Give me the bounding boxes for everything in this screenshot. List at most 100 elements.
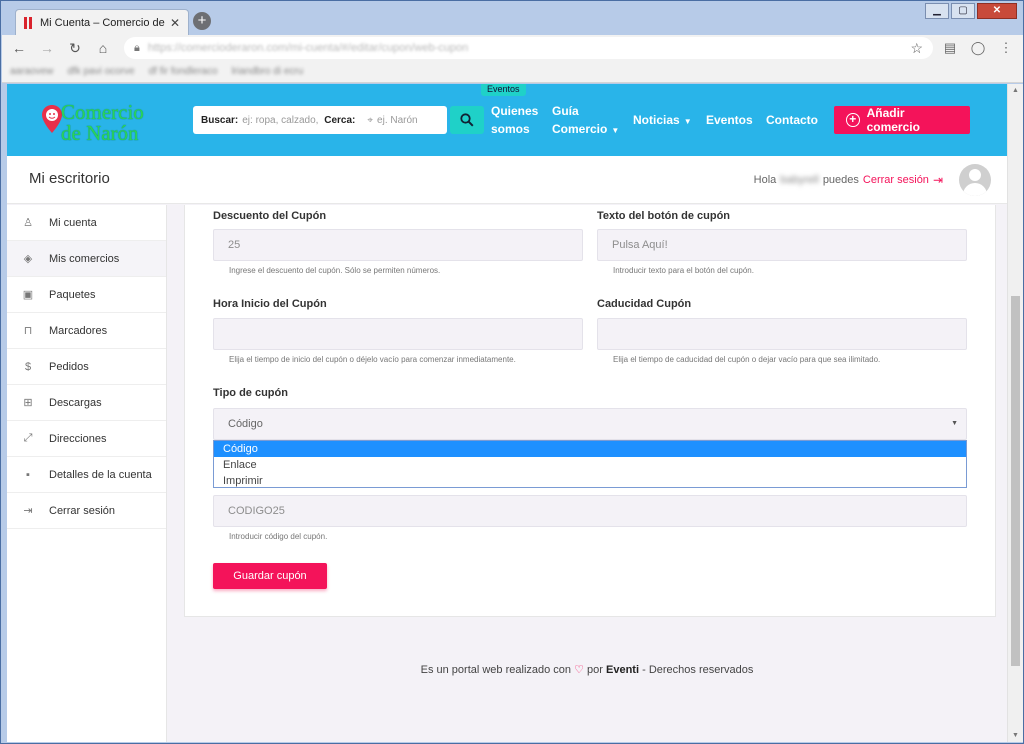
coupon-type-select[interactable]: Código ▼	[213, 408, 967, 440]
map-pin-icon	[42, 105, 62, 133]
nav-eventos[interactable]: Eventos	[706, 111, 753, 129]
heart-icon: ♡	[574, 664, 584, 676]
bookmark-item[interactable]: dfk pavi ocorve	[67, 66, 134, 77]
page-scrollbar[interactable]: ▲ ▼	[1007, 84, 1023, 742]
eventos-badge[interactable]: Eventos	[481, 84, 526, 96]
start-time-label: Hora Inicio del Cupón	[213, 298, 327, 310]
expiry-field[interactable]	[597, 318, 967, 350]
dashboard-sidebar: ♙ Mi cuenta ◈ Mis comercios ▣ Paquetes ⊓…	[7, 205, 167, 742]
nav-label: Guía	[552, 104, 579, 118]
lock-icon: 🔒︎	[134, 41, 140, 54]
nav-quienes-somos[interactable]: Quienes somos	[491, 102, 538, 138]
sidebar-item-direcciones[interactable]: ⤢ Direcciones	[7, 421, 166, 457]
address-bar[interactable]: 🔒︎ https://comercioderaron.com/mi-cuenta…	[124, 37, 933, 59]
dropdown-option-enlace[interactable]: Enlace	[214, 457, 966, 473]
footer-text-3: - Derechos reservados	[642, 664, 754, 676]
sidebar-item-detalles-cuenta[interactable]: ▪ Detalles de la cuenta	[7, 457, 166, 493]
maximize-icon[interactable]: ▢	[951, 3, 975, 19]
site-logo[interactable]: Comercio de Narón	[41, 100, 181, 145]
coupon-type-label: Tipo de cupón	[213, 387, 288, 399]
logout-link[interactable]: Cerrar sesión	[863, 174, 929, 186]
download-icon: ⊞	[23, 397, 33, 409]
button-text-field[interactable]: Pulsa Aquí!	[597, 229, 967, 261]
bookmark-item[interactable]: aaraovew	[10, 66, 53, 77]
coupon-type-value: Código	[228, 418, 263, 430]
pdf-extension-icon[interactable]: ▤	[939, 37, 961, 59]
start-time-field[interactable]	[213, 318, 583, 350]
sidebar-item-label: Mi cuenta	[49, 216, 97, 229]
caret-down-icon: ▼	[611, 126, 620, 135]
window-controls: ▁ ▢ ✕	[925, 3, 1017, 19]
nav-noticias[interactable]: Noticias ▼	[633, 111, 692, 131]
sidebar-item-label: Paquetes	[49, 288, 96, 301]
minimize-icon[interactable]: ▁	[925, 3, 949, 19]
footer-text-2: por	[587, 664, 603, 676]
discount-field[interactable]: 25	[213, 229, 583, 261]
web-page: Comercio de Narón Buscar: ej: ropa, calz…	[7, 84, 1007, 742]
dropdown-option-imprimir[interactable]: Imprimir	[214, 473, 966, 489]
nav-guia-comercio[interactable]: Guía Comercio ▼	[552, 102, 619, 140]
discount-label: Descuento del Cupón	[213, 210, 327, 222]
coupon-type-dropdown: Código Enlace Imprimir	[213, 440, 967, 488]
bookmarks-bar: aaraovew dfk pavi ocorve df fir fondlera…	[2, 61, 1023, 83]
footer-text-1: Es un portal web realizado con	[420, 664, 572, 676]
greeting-puedes: puedes	[822, 174, 859, 186]
tab-close-icon[interactable]: ✕	[170, 16, 180, 30]
tab-title: Mi Cuenta – Comercio de Narón	[40, 16, 166, 29]
dropdown-option-codigo[interactable]: Código	[214, 441, 966, 457]
home-icon[interactable]: ⌂	[92, 37, 114, 59]
logout-icon[interactable]: ⇥	[933, 173, 943, 187]
browser-toolbar: ← → ↻ ⌂ 🔒︎ https://comercioderaron.com/m…	[2, 35, 1023, 61]
logo-text-line2: de Narón	[61, 121, 139, 145]
sidebar-item-cerrar-sesion[interactable]: ⇥ Cerrar sesión	[7, 493, 166, 529]
location-target-icon[interactable]: ⌖	[367, 115, 373, 126]
select-arrow-icon: ▼	[951, 420, 958, 427]
bookmark-star-icon[interactable]: ☆	[910, 40, 923, 57]
scroll-up-icon[interactable]: ▲	[1012, 87, 1019, 94]
search-button[interactable]	[450, 106, 484, 134]
new-tab-button[interactable]: +	[193, 12, 211, 30]
bookmark-item[interactable]: lriandbro di ecru	[232, 66, 304, 77]
sidebar-item-label: Direcciones	[49, 432, 107, 445]
forward-icon[interactable]: →	[36, 37, 58, 59]
save-coupon-button[interactable]: Guardar cupón	[213, 563, 327, 589]
add-business-button[interactable]: + Añadir comercio	[834, 106, 970, 134]
back-icon[interactable]: ←	[8, 37, 30, 59]
username: babyrell	[780, 174, 819, 186]
start-time-help: Elija el tiempo de inicio del cupón o dé…	[229, 355, 516, 364]
sidebar-item-marcadores[interactable]: ⊓ Marcadores	[7, 313, 166, 349]
nav-label: Comercio	[552, 122, 608, 136]
menu-kebab-icon[interactable]: ⋮	[995, 37, 1017, 59]
sidebar-item-mi-cuenta[interactable]: ♙ Mi cuenta	[7, 205, 166, 241]
scrollbar-thumb[interactable]	[1011, 296, 1020, 666]
plus-circle-icon: +	[846, 113, 860, 127]
nav-contacto[interactable]: Contacto	[766, 111, 818, 129]
site-header: Comercio de Narón Buscar: ej: ropa, calz…	[7, 84, 1007, 156]
near-input[interactable]: ej. Narón	[377, 115, 418, 126]
reload-icon[interactable]: ↻	[64, 37, 86, 59]
site-footer: Es un portal web realizado con ♡ por Eve…	[167, 663, 1007, 676]
scroll-down-icon[interactable]: ▼	[1012, 732, 1019, 739]
footer-brand-link[interactable]: Eventi	[606, 664, 639, 676]
logout-icon: ⇥	[23, 505, 33, 517]
button-text-help: Introducir texto para el botón del cupón…	[613, 266, 754, 275]
window-close-icon[interactable]: ✕	[977, 3, 1017, 19]
sidebar-item-pedidos[interactable]: $ Pedidos	[7, 349, 166, 385]
avatar[interactable]	[959, 164, 991, 196]
user-greeting: Hola babyrell puedes Cerrar sesión ⇥	[754, 173, 943, 187]
coupon-code-field[interactable]: CODIGO25	[213, 495, 967, 527]
profile-icon[interactable]: ◯	[967, 37, 989, 59]
bookmark-item[interactable]: df fir fondleraco	[149, 66, 218, 77]
search-input[interactable]: ej: ropa, calzado, r	[242, 115, 318, 126]
dollar-icon: $	[24, 360, 32, 373]
expand-icon: ⤢	[23, 432, 33, 444]
sidebar-item-descargas[interactable]: ⊞ Descargas	[7, 385, 166, 421]
sidebar-item-paquetes[interactable]: ▣ Paquetes	[7, 277, 166, 313]
browser-tab[interactable]: Mi Cuenta – Comercio de Narón ✕	[15, 9, 189, 35]
sidebar-item-mis-comercios[interactable]: ◈ Mis comercios	[7, 241, 166, 277]
coupon-code-help: Introducir código del cupón.	[229, 532, 328, 541]
nav-label: Quienes	[491, 104, 539, 118]
tab-strip: Mi Cuenta – Comercio de Narón ✕ + ▁ ▢ ✕	[1, 1, 1023, 35]
browser-window: Mi Cuenta – Comercio de Narón ✕ + ▁ ▢ ✕ …	[0, 0, 1024, 744]
search-label: Buscar:	[201, 114, 239, 126]
